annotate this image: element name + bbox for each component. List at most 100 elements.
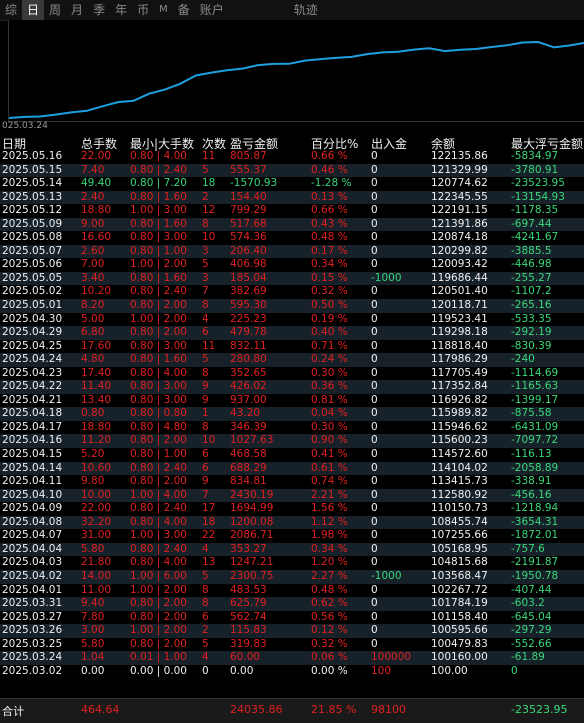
row-max-floating-loss: -1872.01	[511, 529, 559, 542]
tab-summary[interactable]: 综	[0, 0, 22, 20]
table-row[interactable]: 2025.05.05 3.40 0.80 | 1.60 3 185.04 0.15 % -1…	[0, 271, 584, 286]
row-max-floating-loss: -1218.94	[511, 502, 559, 515]
row-date: 2025.05.16	[2, 150, 63, 162]
tab-account[interactable]: 账户	[195, 0, 229, 20]
table-row[interactable]: 2025.03.31 9.40 0.80 | 2.00 8 625.79 0.62 % 0 1…	[0, 597, 584, 611]
row-max-floating-loss: -3885.5	[511, 244, 552, 257]
row-date: 2025.04.16	[2, 434, 63, 447]
row-max-floating-loss: -7097.72	[511, 434, 559, 447]
tab-week[interactable]: 周	[44, 0, 66, 20]
row-deposit-withdraw: 0	[371, 299, 378, 312]
table-row[interactable]: 2025.05.09 9.00 0.80 | 1.60 8 517.68 0.43 % 0 1…	[0, 217, 584, 232]
row-total-hands: 3.00	[81, 624, 105, 637]
table-row[interactable]: 2025.05.12 18.80 1.00 | 3.00 12 799.29 0.66 %…	[0, 204, 584, 218]
row-percent: 0.00 %	[311, 664, 348, 677]
table-row[interactable]: 2025.05.08 16.60 0.80 | 3.00 10 574.36 0.48 %…	[0, 231, 584, 245]
table-row[interactable]: 2025.04.10 10.00 1.00 | 4.00 7 2430.19 2.21 %…	[0, 488, 584, 503]
row-balance: 117352.84	[431, 380, 488, 393]
table-row[interactable]: 2025.05.06 7.00 1.00 | 2.00 5 406.98 0.34 % 0 1…	[0, 258, 584, 272]
tab-year[interactable]: 年	[110, 0, 132, 20]
row-pnl: 319.83	[230, 637, 267, 650]
row-count: 3	[202, 271, 209, 284]
table-row[interactable]: 2025.04.16 11.20 0.80 | 2.00 10 1027.63 0.90 …	[0, 434, 584, 449]
row-max-floating-loss: -1165.63	[511, 380, 559, 393]
row-date: 2025.04.09	[2, 502, 63, 515]
table-row[interactable]: 2025.05.16 22.00 0.80 | 4.00 11 805.87 0.66 %…	[0, 150, 584, 164]
table-row[interactable]: 2025.05.14 49.40 0.80 | 7.20 18 -1570.93 -1.2…	[0, 177, 584, 191]
table-row[interactable]: 2025.04.18 0.80 0.80 | 0.80 1 43.20 0.04 % 0 11…	[0, 407, 584, 421]
row-balance: 102267.72	[431, 583, 488, 596]
tab-notes[interactable]: 备	[173, 0, 195, 20]
table-row[interactable]: 2025.04.11 9.80 0.80 | 2.00 9 834.81 0.74 % 0 1…	[0, 475, 584, 489]
table-row[interactable]: 2025.05.02 10.20 0.80 | 2.40 7 382.69 0.32 % 0…	[0, 285, 584, 299]
table-row[interactable]: 2025.04.09 22.00 0.80 | 2.40 17 1694.99 1.56 …	[0, 502, 584, 516]
row-max-floating-loss: -338.91	[511, 475, 552, 488]
table-row[interactable]: 2025.04.07 31.00 1.00 | 3.00 22 2086.71 1.98 …	[0, 529, 584, 543]
row-percent: 0.66 %	[311, 150, 348, 162]
table-row[interactable]: 2025.03.26 3.00 1.00 | 2.00 2 115.83 0.12 % 0 1…	[0, 624, 584, 638]
tab-month[interactable]: 月	[66, 0, 88, 20]
table-row[interactable]: 2025.04.23 17.40 0.80 | 4.00 8 352.65 0.30 % 0…	[0, 367, 584, 381]
tab-trajectory[interactable]: 轨迹	[289, 0, 323, 20]
row-deposit-withdraw: 0	[371, 177, 378, 190]
table-row[interactable]: 2025.04.08 32.20 0.80 | 4.00 18 1200.08 1.12 …	[0, 515, 584, 530]
row-date: 2025.04.30	[2, 312, 63, 325]
table-row[interactable]: 2025.04.29 6.80 0.80 | 2.00 6 479.78 0.40 % 0 1…	[0, 326, 584, 340]
row-min-max-hands: 1.00 | 2.00	[130, 583, 187, 596]
row-max-floating-loss: -603.2	[511, 597, 545, 610]
total-deposit-withdraw: 98100	[371, 703, 406, 716]
table-row[interactable]: 2025.04.24 4.80 0.80 | 1.60 5 280.80 0.24 % 0 1…	[0, 353, 584, 367]
table-row[interactable]: 2025.03.02 0.00 0.00 | 0.00 0 0.00 0.00 % 100 1…	[0, 665, 584, 679]
table-row[interactable]: 2025.04.01 11.00 1.00 | 2.00 8 483.53 0.48 % 0…	[0, 584, 584, 598]
table-row[interactable]: 2025.04.04 5.80 0.80 | 2.40 4 353.27 0.34 % 0 1…	[0, 542, 584, 557]
table-row[interactable]: 2025.04.03 21.80 0.80 | 4.00 13 1247.21 1.20 …	[0, 556, 584, 570]
row-count: 4	[202, 312, 209, 325]
row-balance: 117986.29	[431, 353, 488, 366]
row-total-hands: 0.00	[81, 664, 105, 677]
table-row[interactable]: 2025.04.17 18.80 0.80 | 4.80 8 346.39 0.30 % 0…	[0, 421, 584, 435]
table-row[interactable]: 2025.04.30 5.00 1.00 | 2.00 4 225.23 0.19 % 0 1…	[0, 313, 584, 327]
row-deposit-withdraw: 0	[371, 488, 378, 501]
row-max-floating-loss: -697.44	[511, 217, 552, 230]
table-row[interactable]: 2025.05.13 2.40 0.80 | 1.60 2 154.40 0.13 % 0 1…	[0, 190, 584, 205]
row-count: 6	[202, 448, 209, 461]
table-row[interactable]: 2025.03.25 5.80 0.80 | 2.00 5 319.83 0.32 % 0 1…	[0, 638, 584, 652]
table-row[interactable]: 2025.04.25 17.60 0.80 | 3.00 11 832.11 0.71 %…	[0, 340, 584, 354]
row-total-hands: 6.80	[81, 326, 105, 339]
row-max-floating-loss: -1950.78	[511, 569, 559, 582]
total-hands: 464.64	[81, 703, 120, 716]
row-total-hands: 11.00	[81, 583, 112, 596]
table-row[interactable]: 2025.04.02 14.00 1.00 | 6.00 5 2300.75 2.27 %…	[0, 569, 584, 584]
row-pnl: 483.53	[230, 583, 267, 596]
row-balance: 110150.73	[431, 502, 488, 515]
table-row[interactable]: 2025.05.07 2.60 0.80 | 1.00 3 206.40 0.17 % 0 1…	[0, 244, 584, 259]
tab-quarter[interactable]: 季	[88, 0, 110, 20]
tab-m[interactable]: M	[154, 0, 173, 20]
table-row[interactable]: 2025.05.01 8.20 0.80 | 2.00 8 595.30 0.50 % 0 1…	[0, 299, 584, 313]
row-max-floating-loss: -407.44	[511, 583, 552, 596]
row-min-max-hands: 0.00 | 0.00	[130, 664, 187, 677]
row-count: 6	[202, 610, 209, 623]
row-min-max-hands: 0.80 | 4.00	[130, 515, 187, 528]
tab-day[interactable]: 日	[22, 0, 45, 20]
table-row[interactable]: 2025.04.22 11.40 0.80 | 3.00 9 426.02 0.36 % 0…	[0, 380, 584, 394]
row-balance: 101158.40	[431, 610, 488, 623]
table-row[interactable]: 2025.05.15 7.40 0.80 | 2.40 5 555.37 0.46 % 0 1…	[0, 163, 584, 178]
row-pnl: 60.00	[230, 651, 261, 664]
row-pnl: 280.80	[230, 353, 267, 366]
row-min-max-hands: 0.80 | 2.40	[130, 285, 187, 298]
table-row[interactable]: 2025.03.24 1.04 0.01 | 1.00 4 60.00 0.06 % 100…	[0, 651, 584, 665]
table-row[interactable]: 2025.04.15 5.20 0.80 | 1.00 6 468.58 0.41 % 0 1…	[0, 448, 584, 462]
tab-currency[interactable]: 币	[132, 0, 154, 20]
table-row[interactable]: 2025.04.14 10.60 0.80 | 2.40 6 688.29 0.61 % 0…	[0, 461, 584, 476]
row-total-hands: 22.00	[81, 150, 112, 162]
table-row[interactable]: 2025.03.27 7.80 0.80 | 2.00 6 562.74 0.56 % 0 1…	[0, 611, 584, 625]
balance-line	[9, 40, 584, 119]
balance-chart-svg	[9, 40, 584, 119]
row-count: 9	[202, 380, 209, 393]
row-count: 9	[202, 393, 209, 406]
row-pnl: 832.11	[230, 339, 267, 352]
balance-chart	[8, 20, 584, 122]
row-deposit-withdraw: 0	[371, 312, 378, 325]
table-row[interactable]: 2025.04.21 13.40 0.80 | 3.00 9 937.00 0.81 % 0…	[0, 394, 584, 408]
